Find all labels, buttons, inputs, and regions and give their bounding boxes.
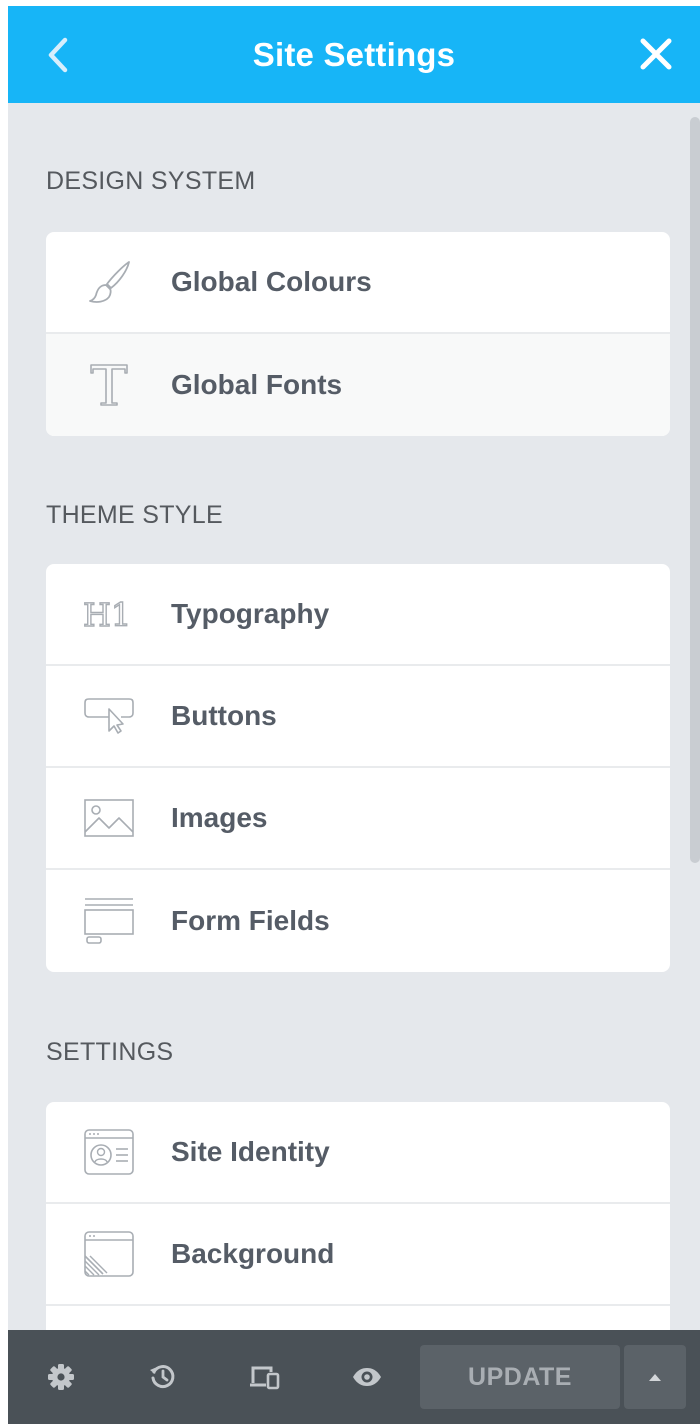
theme-style-card: H1 Typography Buttons Images Form Fields <box>46 564 670 972</box>
menu-item-more[interactable] <box>46 1306 670 1330</box>
update-button[interactable]: UPDATE <box>420 1345 620 1409</box>
menu-item-images[interactable]: Images <box>46 768 670 870</box>
menu-item-global-fonts[interactable]: Global Fonts <box>46 334 670 436</box>
chevron-left-icon <box>48 37 68 73</box>
update-options-button[interactable] <box>624 1345 686 1409</box>
panel-header: Site Settings <box>8 6 700 103</box>
form-field-icon <box>46 870 171 972</box>
responsive-icon <box>250 1366 280 1390</box>
menu-item-label: Background <box>171 1238 335 1269</box>
menu-item-label: Typography <box>171 598 330 629</box>
menu-item-label: Buttons <box>171 700 277 731</box>
menu-item-typography[interactable]: H1 Typography <box>46 564 670 666</box>
menu-item-form-fields[interactable]: Form Fields <box>46 870 670 972</box>
typeface-icon <box>46 334 171 436</box>
section-title-theme-style: THEME STYLE <box>46 501 223 529</box>
paintbrush-icon <box>46 232 171 333</box>
caret-up-icon <box>649 1373 661 1381</box>
section-title-settings: SETTINGS <box>46 1038 174 1066</box>
settings-button[interactable] <box>44 1360 78 1394</box>
menu-item-site-identity[interactable]: Site Identity <box>46 1102 670 1204</box>
panel-footer: UPDATE <box>8 1330 700 1424</box>
menu-item-label: Form Fields <box>171 905 330 936</box>
background-icon <box>46 1203 171 1305</box>
site-settings-panel: Site Settings DESIGN SYSTEM Global Colou… <box>8 6 700 1424</box>
history-icon <box>150 1365 175 1388</box>
button-cursor-icon <box>46 665 171 767</box>
responsive-mode-button[interactable] <box>248 1360 282 1394</box>
menu-item-buttons[interactable]: Buttons <box>46 666 670 768</box>
scrollbar-thumb[interactable] <box>690 117 700 863</box>
settings-scroll-area[interactable]: DESIGN SYSTEM Global Colours Global Font… <box>8 103 700 1330</box>
menu-item-global-colours[interactable]: Global Colours <box>46 232 670 334</box>
gear-icon <box>48 1364 74 1390</box>
settings-card: Site Identity Background <box>46 1102 670 1330</box>
scrollbar[interactable] <box>688 103 700 1330</box>
menu-item-label: Global Fonts <box>171 369 343 400</box>
history-button[interactable] <box>146 1360 180 1394</box>
close-button[interactable] <box>634 32 678 76</box>
menu-item-background[interactable]: Background <box>46 1204 670 1306</box>
page-title: Site Settings <box>252 35 456 73</box>
section-title-design-system: DESIGN SYSTEM <box>46 167 256 195</box>
menu-item-label: Site Identity <box>171 1136 330 1167</box>
design-system-card: Global Colours Global Fonts <box>46 232 670 436</box>
back-button[interactable] <box>38 34 78 76</box>
svg-text:H1: H1 <box>83 596 131 632</box>
menu-item-label: Images <box>171 802 268 833</box>
eye-icon <box>353 1368 381 1386</box>
image-icon <box>46 767 171 869</box>
preview-button[interactable] <box>350 1360 384 1394</box>
close-icon <box>640 38 672 70</box>
heading-icon: H1 <box>46 564 171 665</box>
site-identity-icon <box>46 1102 171 1203</box>
menu-item-label: Global Colours <box>171 266 372 297</box>
